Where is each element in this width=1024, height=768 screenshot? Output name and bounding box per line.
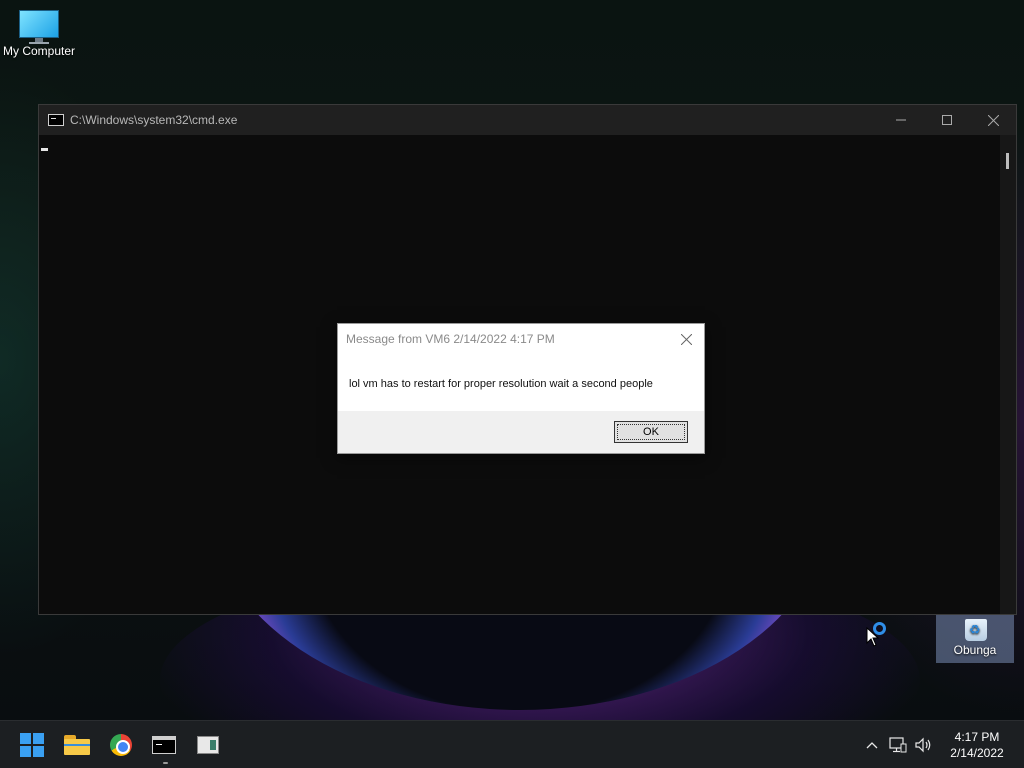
taskbar-command-prompt[interactable]	[148, 729, 180, 761]
terminal-icon	[152, 736, 176, 754]
ok-button[interactable]: OK	[614, 421, 688, 443]
dialog-close-button[interactable]	[674, 328, 698, 350]
desktop-icon-obunga[interactable]: ♻ Obunga	[936, 609, 1014, 663]
taskbar-clock[interactable]: 4:17 PM 2/14/2022	[942, 729, 1012, 761]
minimize-icon	[896, 119, 906, 121]
desktop-icon-my-computer[interactable]: My Computer	[0, 8, 78, 58]
volume-button[interactable]	[912, 733, 936, 757]
network-icon	[889, 737, 907, 753]
network-button[interactable]	[886, 733, 910, 757]
taskbar-app[interactable]	[192, 729, 224, 761]
window-title: C:\Windows\system32\cmd.exe	[70, 113, 238, 127]
text-cursor	[41, 148, 48, 151]
dialog-footer: OK	[338, 411, 704, 453]
message-dialog[interactable]: Message from VM6 2/14/2022 4:17 PM lol v…	[337, 323, 705, 454]
recycle-bin-icon: ♻	[959, 615, 991, 643]
chrome-icon	[110, 734, 132, 756]
close-icon	[987, 114, 999, 126]
close-icon	[680, 333, 692, 345]
desktop-icon-label: Obunga	[953, 643, 997, 657]
running-indicator	[163, 762, 168, 764]
folder-icon	[64, 735, 90, 755]
monitor-icon	[17, 8, 61, 44]
dialog-message: lol vm has to restart for proper resolut…	[349, 378, 653, 390]
chevron-up-icon	[866, 742, 878, 749]
speaker-icon	[915, 737, 931, 753]
dialog-title: Message from VM6 2/14/2022 4:17 PM	[346, 332, 555, 346]
maximize-button[interactable]	[924, 105, 970, 135]
clock-date: 2/14/2022	[950, 746, 1004, 760]
busy-spinner-icon	[873, 622, 886, 635]
app-window-icon	[197, 736, 219, 754]
system-tray: 4:17 PM 2/14/2022	[860, 721, 1024, 768]
maximize-icon	[942, 115, 952, 125]
taskbar-start-button[interactable]	[16, 729, 48, 761]
scrollbar-thumb[interactable]	[1006, 153, 1009, 169]
window-titlebar[interactable]: C:\Windows\system32\cmd.exe	[39, 105, 1016, 135]
taskbar: 4:17 PM 2/14/2022	[0, 720, 1024, 768]
cmd-icon	[48, 114, 64, 126]
windows-start-icon	[20, 733, 44, 757]
show-hidden-icons-button[interactable]	[860, 733, 884, 757]
clock-time: 4:17 PM	[954, 730, 1000, 744]
taskbar-chrome[interactable]	[105, 729, 137, 761]
close-button[interactable]	[970, 105, 1016, 135]
scrollbar[interactable]	[1000, 135, 1016, 614]
taskbar-file-explorer[interactable]	[61, 729, 93, 761]
minimize-button[interactable]	[878, 105, 924, 135]
desktop-icon-label: My Computer	[2, 44, 76, 58]
